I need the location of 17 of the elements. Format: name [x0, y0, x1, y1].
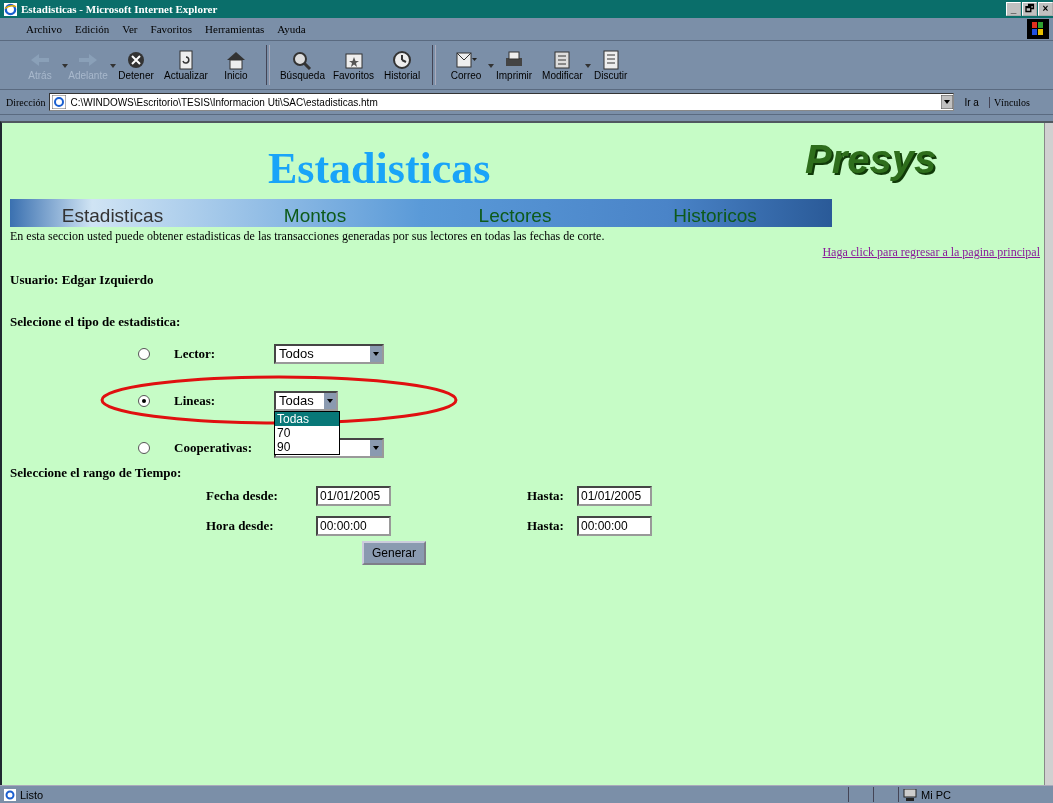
intro-text: En esta seccion usted puede obtener estadisticas de las transacciones generadas por sus lectores en todas las fechas de corte. — [10, 229, 606, 244]
logo: Presys — [805, 137, 937, 182]
zone-text: Mi PC — [921, 788, 951, 801]
field-label: Hora desde: — [206, 518, 275, 534]
window-title: Estadisticas - Microsoft Internet Explorer — [21, 3, 218, 15]
section-label: Selecione el tipo de estadistica: — [10, 314, 182, 330]
field-label: Hasta: — [527, 488, 565, 504]
option-label: Lector: — [174, 345, 217, 362]
field-label: Fecha desde: — [206, 488, 279, 504]
section-label: Seleccione el rango de Tiempo: — [10, 465, 183, 481]
status-text: Listo — [20, 788, 45, 801]
user-text: Usuario: Edgar Izquierdo — [10, 272, 155, 288]
page-heading: Estadisticas — [268, 143, 491, 194]
option-label: Lineas: — [174, 392, 217, 409]
field-label: Hasta: — [527, 518, 565, 534]
option-label: Cooperativas: — [174, 439, 253, 456]
address-label: Dirección — [6, 96, 46, 108]
